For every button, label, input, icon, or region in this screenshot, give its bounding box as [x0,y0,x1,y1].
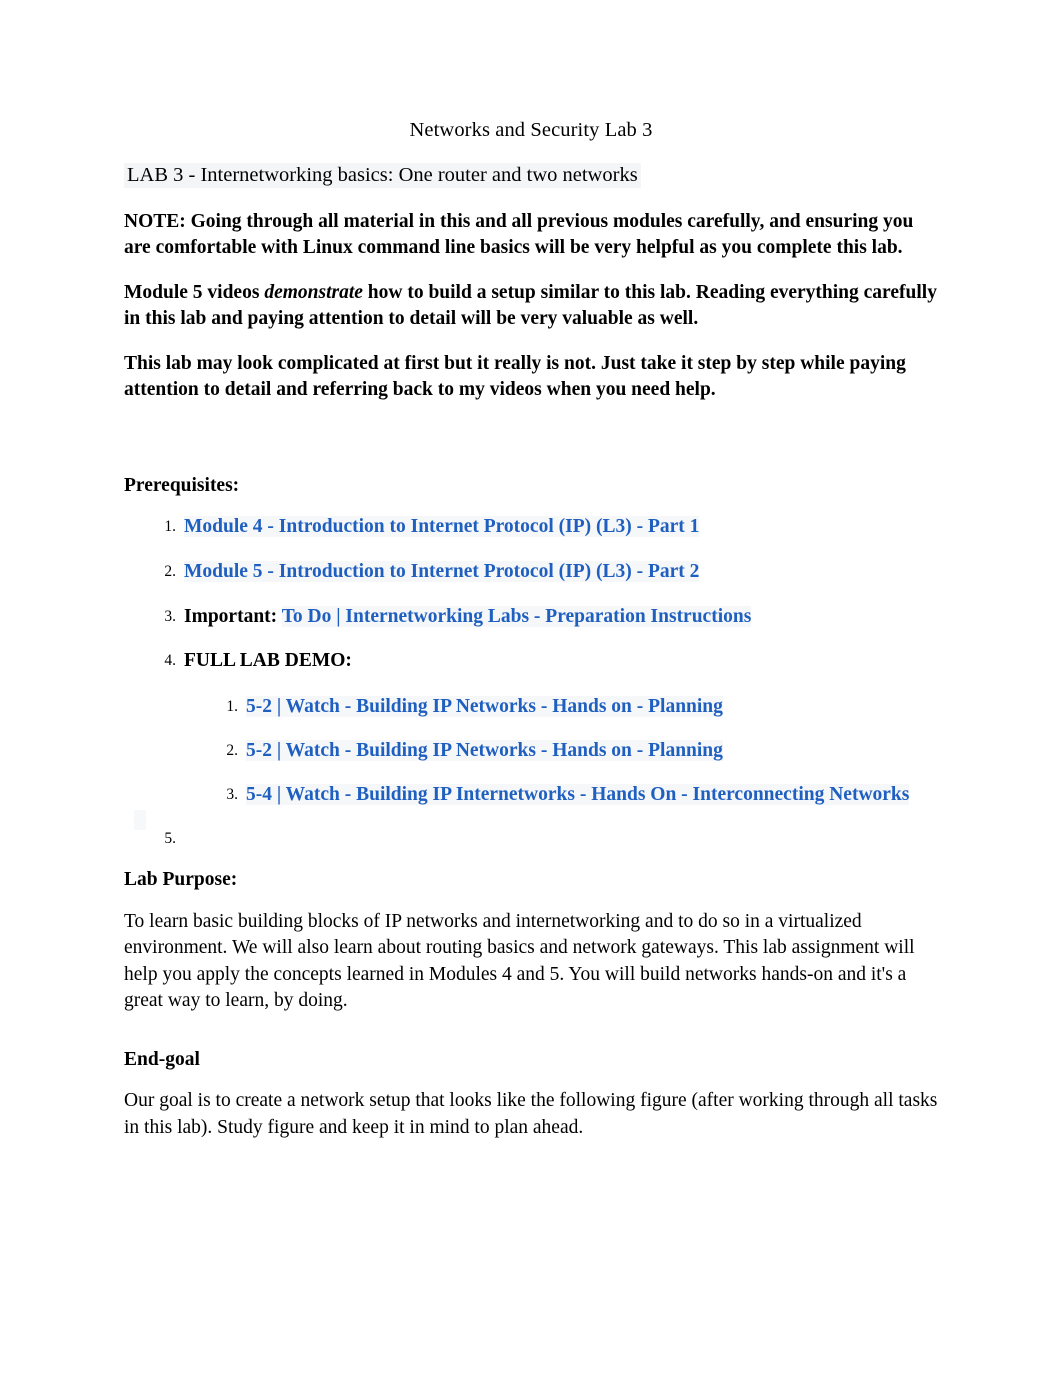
module-paragraph-emphasis: demonstrate [264,282,363,304]
prerequisite-link-preparation-instructions[interactable]: To Do | Internetworking Labs - Preparati… [281,605,752,627]
list-item: FULL LAB DEMO: 5-2 | Watch - Building IP… [148,648,938,807]
full-lab-demo-label: FULL LAB DEMO: [184,650,352,672]
note-paragraph: NOTE: Going through all material in this… [124,211,914,259]
lab-heading: LAB 3 - Internetworking basics: One rout… [124,162,938,189]
end-goal-heading: End-goal [124,1048,200,1070]
full-lab-demo-list: 5-2 | Watch - Building IP Networks - Han… [184,694,938,807]
demo-link-5-2-planning-a[interactable]: 5-2 | Watch - Building IP Networks - Han… [246,696,723,718]
list-item: 5-4 | Watch - Building IP Internetworks … [212,782,938,808]
module-paragraph-before: Module 5 videos [124,282,265,304]
lab-purpose-heading: Lab Purpose: [124,869,238,891]
end-goal-body: Our goal is to create a network setup th… [124,1090,938,1138]
list-item: Important: To Do | Internetworking Labs … [148,604,938,630]
list-item: Module 4 - Introduction to Internet Prot… [148,514,938,540]
complexity-paragraph: This lab may look complicated at first b… [124,352,906,400]
important-label: Important: [184,605,282,627]
demo-link-5-4-interconnecting-networks[interactable]: 5-4 | Watch - Building IP Internetworks … [246,783,910,805]
list-item: Module 5 - Introduction to Internet Prot… [148,559,938,585]
prerequisite-link-module-5[interactable]: Module 5 - Introduction to Internet Prot… [184,560,700,582]
page-title: Networks and Security Lab 3 [409,119,653,141]
list-item: 5-2 | Watch - Building IP Networks - Han… [212,694,938,720]
prerequisite-link-module-4[interactable]: Module 4 - Introduction to Internet Prot… [184,516,700,538]
residual-marker-artifact [134,810,146,830]
prerequisites-heading: Prerequisites: [124,474,240,496]
module-paragraph: Module 5 videos demonstrate how to build… [124,280,938,332]
prerequisites-list: Module 4 - Introduction to Internet Prot… [124,514,938,850]
list-item: 5-2 | Watch - Building IP Networks - Han… [212,738,938,764]
lab-heading-text: LAB 3 - Internetworking basics: One rout… [124,162,641,188]
demo-link-5-2-planning-b[interactable]: 5-2 | Watch - Building IP Networks - Han… [246,739,723,761]
lab-purpose-body: To learn basic building blocks of IP net… [124,910,915,1012]
document-page: Networks and Security Lab 3 LAB 3 - Inte… [0,0,1062,1377]
document-body: Networks and Security Lab 3 LAB 3 - Inte… [124,118,938,1141]
